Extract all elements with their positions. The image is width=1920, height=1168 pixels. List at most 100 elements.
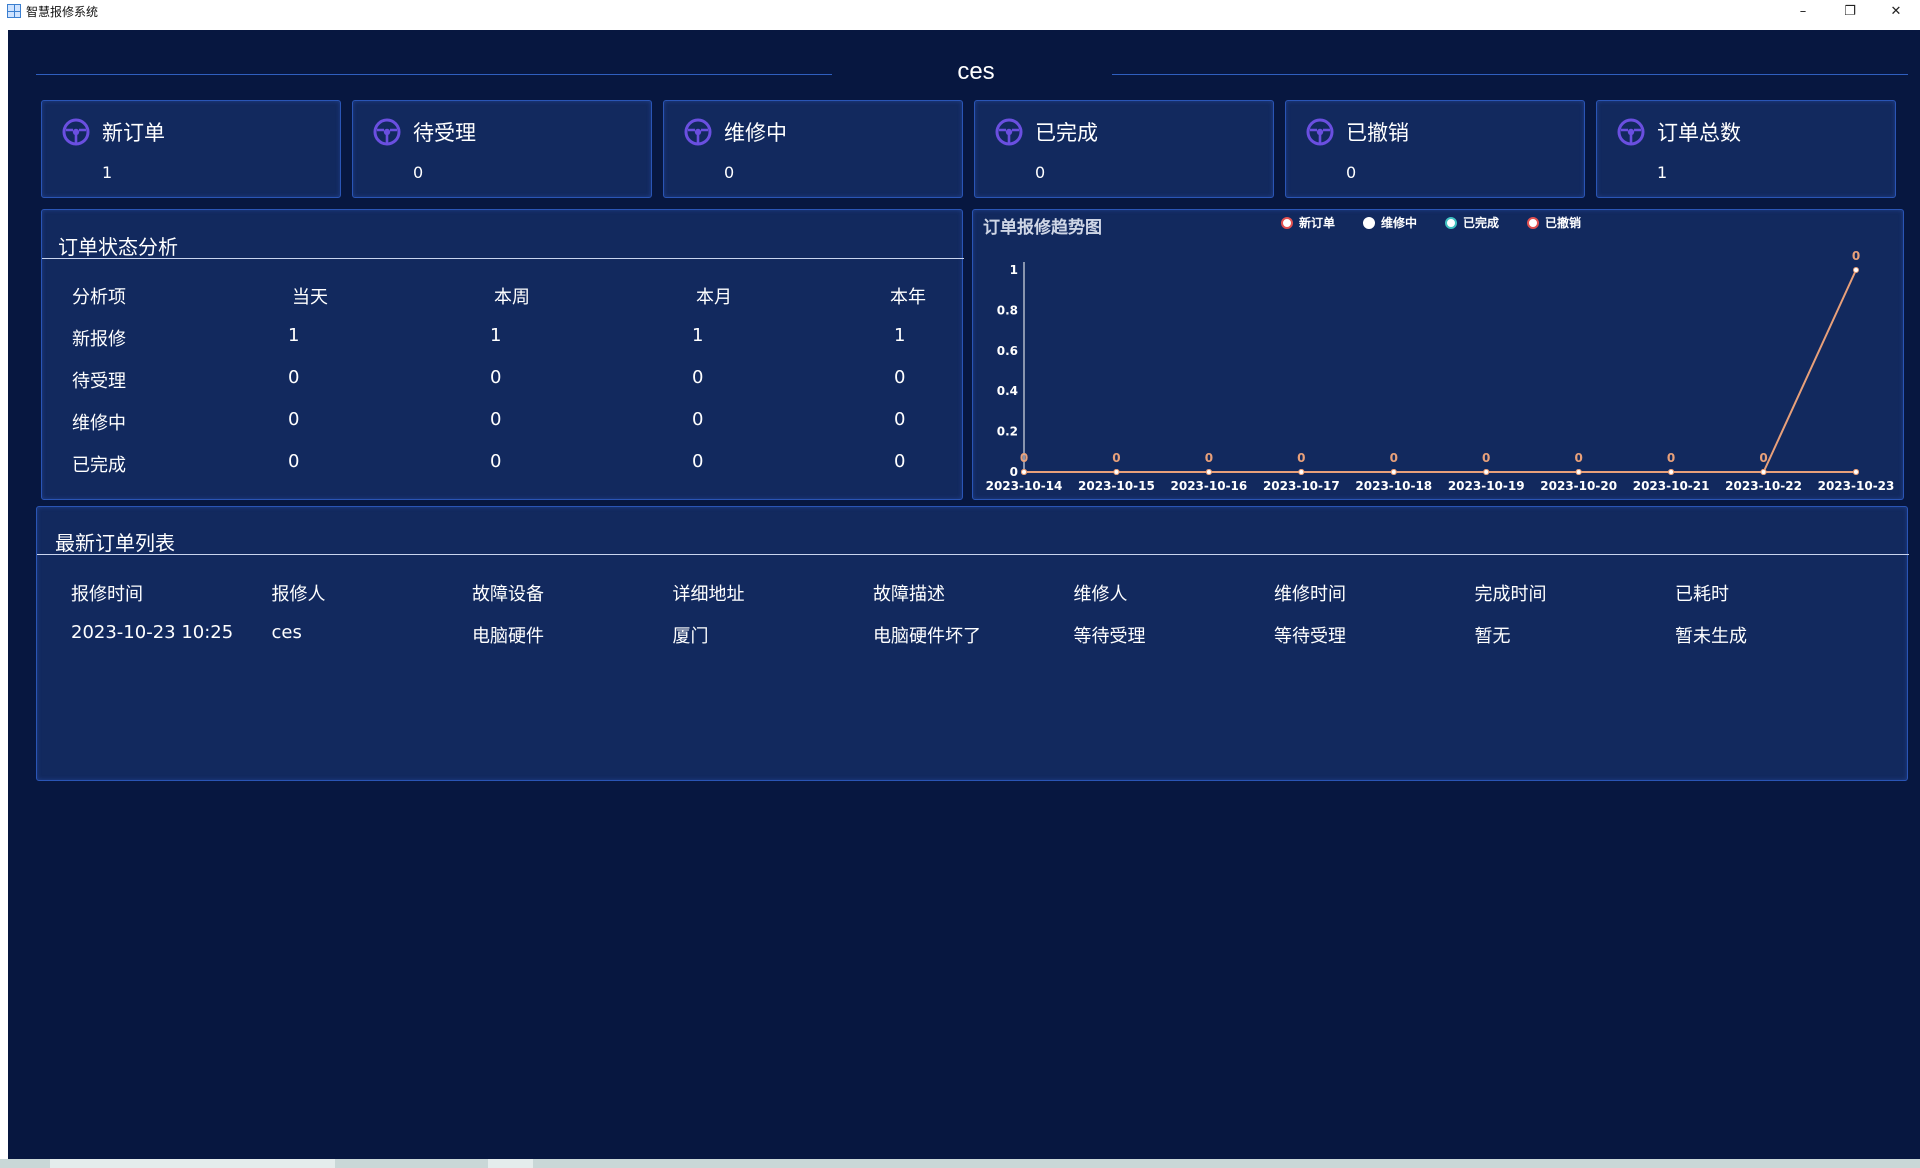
data-label: 0 bbox=[1482, 451, 1490, 465]
orders-column-header: 报修时间 bbox=[71, 584, 143, 605]
stat-card-label: 维修中 bbox=[724, 121, 787, 145]
orders-cell: 等待受理 bbox=[1073, 626, 1146, 647]
data-label: 0 bbox=[1390, 451, 1398, 465]
data-point[interactable] bbox=[1668, 469, 1675, 475]
x-tick-label: 2023-10-17 bbox=[1263, 479, 1340, 493]
orders-column-header: 故障设备 bbox=[472, 584, 544, 605]
orders-cell: 暂未生成 bbox=[1675, 626, 1747, 647]
stat-card-label: 订单总数 bbox=[1657, 121, 1741, 145]
orders-column-header: 完成时间 bbox=[1474, 584, 1547, 605]
stat-card: 新订单 1 bbox=[41, 100, 341, 198]
data-point[interactable] bbox=[1390, 469, 1397, 475]
stat-card-label: 已完成 bbox=[1035, 121, 1098, 145]
y-tick-label: 0 bbox=[1010, 465, 1018, 479]
close-button[interactable]: ✕ bbox=[1873, 0, 1919, 22]
data-point[interactable] bbox=[1575, 469, 1582, 475]
data-label: 0 bbox=[1852, 249, 1860, 263]
analysis-column-header: 分析项 bbox=[72, 287, 126, 308]
series-已撤销 bbox=[1021, 469, 1859, 475]
trend-chart: 00.20.40.60.812023-10-14 2023-10-15 2023-1… bbox=[986, 249, 1895, 493]
analysis-cell: 0 bbox=[490, 367, 502, 388]
orders-cell: ces bbox=[271, 622, 302, 643]
analysis-cell: 1 bbox=[288, 325, 300, 346]
y-tick-label: 0.8 bbox=[997, 303, 1018, 317]
analysis-row-label: 已完成 bbox=[72, 455, 126, 476]
y-tick-label: 0.2 bbox=[997, 425, 1018, 439]
analysis-cell: 0 bbox=[894, 367, 906, 388]
stat-card-value: 0 bbox=[1346, 163, 1357, 182]
data-point[interactable] bbox=[1483, 469, 1490, 475]
x-tick-label: 2023-10-22 bbox=[1725, 479, 1802, 493]
data-labels: 0 0 0 0 0 0 0 0 0 0 bbox=[1020, 249, 1860, 465]
analysis-cell: 0 bbox=[692, 451, 704, 472]
analysis-cell: 0 bbox=[288, 451, 300, 472]
steering-wheel-icon bbox=[373, 118, 401, 146]
orders-column-header: 已耗时 bbox=[1675, 584, 1729, 605]
orders-cell: 电脑硬件坏了 bbox=[873, 626, 981, 647]
x-tick-label: 2023-10-18 bbox=[1355, 479, 1432, 493]
x-tick-label: 2023-10-21 bbox=[1633, 479, 1710, 493]
orders-cell: 厦门 bbox=[672, 626, 709, 647]
orders-cell: 电脑硬件 bbox=[472, 626, 544, 647]
data-label: 0 bbox=[1205, 451, 1213, 465]
steering-wheel-icon bbox=[684, 118, 712, 146]
data-label: 0 bbox=[1297, 451, 1305, 465]
orders-cell: 2023-10-23 10:25 bbox=[71, 622, 234, 643]
data-label: 0 bbox=[1574, 451, 1582, 465]
series-line bbox=[1024, 269, 1857, 473]
section-divider bbox=[37, 554, 1909, 555]
x-tick-label: 2023-10-23 bbox=[1818, 479, 1895, 493]
analysis-column-header: 本年 bbox=[890, 287, 926, 308]
restore-button[interactable]: ❐ bbox=[1827, 0, 1873, 22]
x-tick-label: 2023-10-16 bbox=[1171, 479, 1248, 493]
header-line-right bbox=[1112, 74, 1908, 75]
data-label: 0 bbox=[1759, 451, 1767, 465]
data-point[interactable] bbox=[1853, 267, 1859, 273]
y-tick-label: 0.6 bbox=[997, 344, 1018, 358]
orders-column-header: 报修人 bbox=[271, 584, 326, 605]
stat-card: 待受理 0 bbox=[352, 100, 652, 198]
orders-column-header: 维修时间 bbox=[1274, 584, 1346, 605]
analysis-row-label: 新报修 bbox=[72, 329, 126, 350]
analysis-cell: 0 bbox=[692, 409, 704, 430]
analysis-cell: 0 bbox=[894, 451, 906, 472]
x-tick-label: 2023-10-20 bbox=[1540, 479, 1617, 493]
analysis-column-header: 当天 bbox=[292, 287, 328, 308]
window-titlebar: 智慧报修系统 – ❐ ✕ bbox=[0, 0, 1920, 22]
data-label: 0 bbox=[1020, 451, 1028, 465]
steering-wheel-icon bbox=[62, 118, 90, 146]
data-point[interactable] bbox=[1113, 469, 1120, 475]
data-point[interactable] bbox=[1205, 469, 1212, 475]
app-icon bbox=[7, 4, 21, 18]
status-analysis-title: 订单状态分析 bbox=[58, 235, 178, 259]
trend-chart-panel: 订单报修趋势图 新订单 维修中 已完成 已撤销 0 0.2 0.4 0.6 0.8 1 2023-… bbox=[972, 209, 1904, 500]
analysis-cell: 1 bbox=[692, 325, 704, 346]
analysis-column-header: 本月 bbox=[696, 287, 732, 308]
page-title: ces bbox=[957, 58, 995, 85]
orders-cell: 等待受理 bbox=[1274, 626, 1346, 647]
analysis-cell: 0 bbox=[288, 409, 300, 430]
stat-card-label: 已撤销 bbox=[1346, 121, 1409, 145]
steering-wheel-icon bbox=[995, 118, 1023, 146]
data-point[interactable] bbox=[1853, 469, 1859, 475]
stat-card-value: 1 bbox=[1657, 163, 1668, 182]
data-label: 0 bbox=[1112, 451, 1120, 465]
analysis-cell: 1 bbox=[894, 325, 906, 346]
analysis-cell: 0 bbox=[894, 409, 906, 430]
data-point[interactable] bbox=[1021, 469, 1027, 475]
data-point[interactable] bbox=[1298, 469, 1305, 475]
stat-card-value: 0 bbox=[724, 163, 735, 182]
stat-card: 已撤销 0 bbox=[1285, 100, 1585, 198]
minimize-button[interactable]: – bbox=[1780, 0, 1826, 22]
analysis-cell: 0 bbox=[490, 451, 502, 472]
stat-card-value: 0 bbox=[413, 163, 424, 182]
analysis-cell: 0 bbox=[288, 367, 300, 388]
data-point[interactable] bbox=[1760, 469, 1767, 475]
orders-column-header: 故障描述 bbox=[873, 584, 945, 605]
stat-card: 已完成 0 bbox=[974, 100, 1274, 198]
x-tick-label: 2023-10-14 bbox=[986, 479, 1063, 493]
x-tick-label: 2023-10-19 bbox=[1448, 479, 1525, 493]
y-tick-label: 1 bbox=[1010, 263, 1018, 277]
orders-cell: 暂无 bbox=[1474, 626, 1511, 647]
analysis-column-header: 本周 bbox=[494, 287, 530, 308]
